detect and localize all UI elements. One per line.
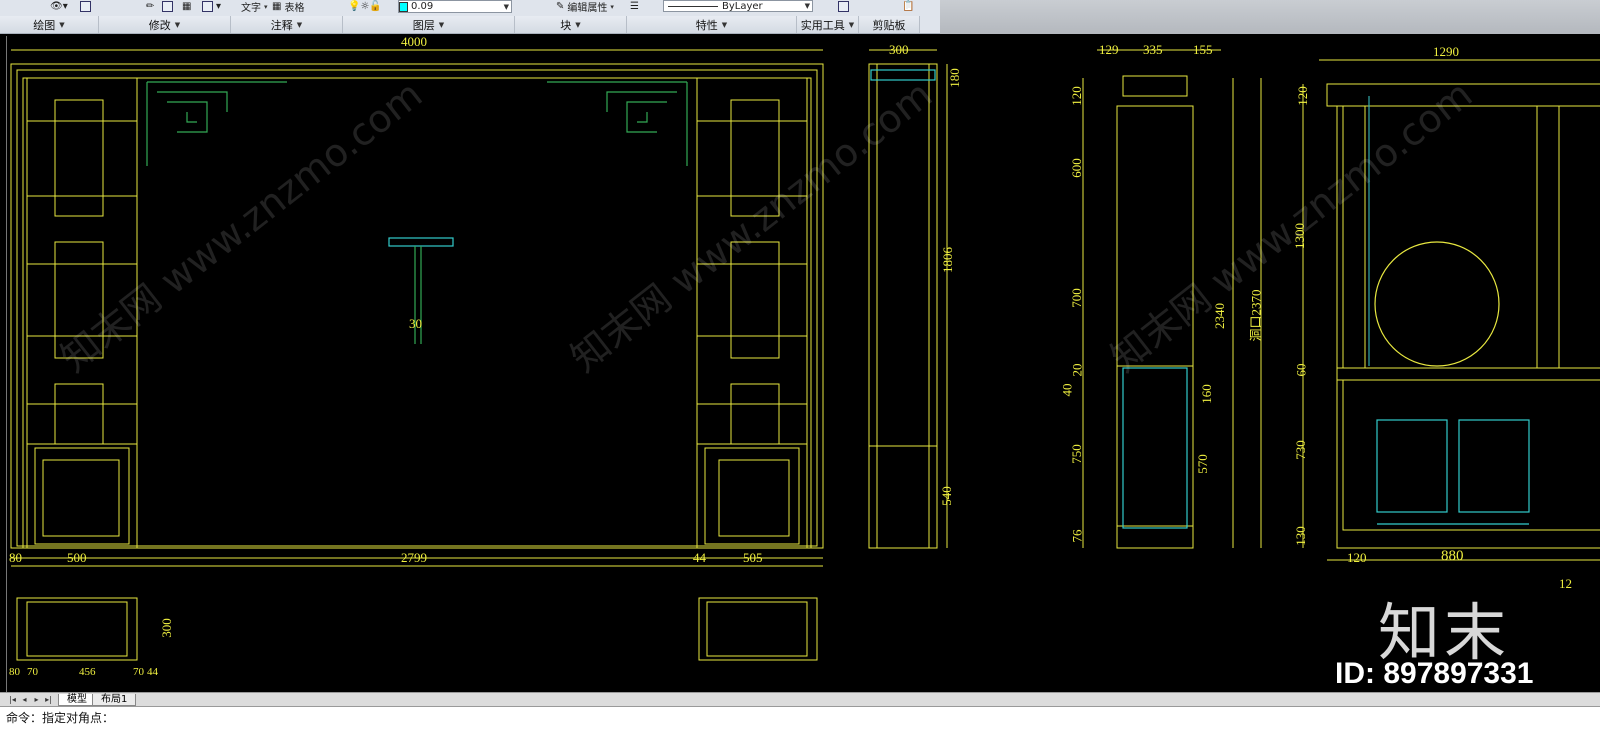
cab-dim-60: 60 xyxy=(1293,363,1309,377)
prev-tab-icon[interactable]: ◂ xyxy=(20,695,29,704)
table-icon: ▦ xyxy=(272,1,282,12)
copy-icon[interactable] xyxy=(162,0,173,13)
chevron-down-icon: ▼ xyxy=(804,2,810,10)
cab-dim-730: 730 xyxy=(1292,440,1308,460)
dim-155: 155 xyxy=(1193,42,1213,57)
linetype-icon[interactable]: ☰ xyxy=(630,0,639,13)
edge-label: 12 xyxy=(1559,576,1572,591)
command-line[interactable]: 命令：指定对角点： xyxy=(0,706,1600,729)
dim-1806: 1806 xyxy=(940,247,955,273)
panel-modify[interactable]: 修改 ▼ xyxy=(99,16,231,33)
dim-4000: 4000 xyxy=(401,34,427,49)
dim-880: 880 xyxy=(1441,548,1464,564)
dim-2799: 2799 xyxy=(401,550,427,565)
dim-180: 180 xyxy=(946,68,962,88)
layer-color-swatch xyxy=(399,1,408,12)
tab-layout1[interactable]: 布局1 xyxy=(92,694,137,706)
panel-draw[interactable]: 绘图 ▼ xyxy=(0,16,99,33)
last-tab-icon[interactable]: ▸| xyxy=(44,695,53,704)
fillet-icon[interactable]: ▾ xyxy=(202,0,221,13)
panel-clipboard[interactable]: 剪贴板 xyxy=(859,16,920,33)
panel-layers[interactable]: 图层 ▼ xyxy=(343,16,515,33)
plan-dim-44: 44 xyxy=(147,666,158,678)
drawing-canvas[interactable]: 4000 300 129 335 155 1290 80 500 2799 44… xyxy=(6,34,1600,692)
select-icon[interactable] xyxy=(80,0,91,13)
cab-dim-120: 120 xyxy=(1294,86,1310,106)
plan-dim-456: 456 xyxy=(79,666,96,678)
dim-505: 505 xyxy=(743,550,763,565)
dim-80: 80 xyxy=(9,550,22,565)
panel-utilities[interactable]: 实用工具 ▼ xyxy=(797,16,859,33)
detail-label-30: 30 xyxy=(409,316,422,331)
attribute-icon: ✎ xyxy=(556,1,565,12)
array-icon[interactable]: ▦ xyxy=(182,0,191,13)
layer-value: 0.09 xyxy=(411,1,434,12)
panel-properties[interactable]: 特性 ▼ xyxy=(627,16,797,33)
layout-tab-bar: |◂ ◂ ▸ ▸| 模型 布局1 xyxy=(0,692,1600,706)
sec-dim-160: 160 xyxy=(1198,384,1214,404)
sec-dim-570: 570 xyxy=(1194,454,1210,474)
sec-dim-20: 20 xyxy=(1069,363,1085,377)
plan-dim-300: 300 xyxy=(158,618,174,638)
eye-icon[interactable]: 👁▾ xyxy=(50,0,68,13)
sec-dim-40: 40 xyxy=(1059,383,1075,397)
watermark-id: ID: 897897331 xyxy=(1335,657,1534,690)
sec-dim-700: 700 xyxy=(1068,288,1084,308)
chevron-down-icon: ▼ xyxy=(503,2,509,11)
calculator-icon[interactable] xyxy=(838,0,849,13)
sec-dim-600: 600 xyxy=(1068,158,1084,178)
dim-44: 44 xyxy=(693,550,706,565)
cab-dim-130: 130 xyxy=(1292,526,1308,546)
plan-dim-80: 80 xyxy=(9,666,20,678)
plan-dim-70-left: 70 xyxy=(27,666,38,678)
dim-300: 300 xyxy=(889,42,909,57)
text-tool-button[interactable]: 文字 ▾ xyxy=(241,0,268,15)
dim-540: 540 xyxy=(938,486,954,506)
ribbon-empty-area xyxy=(940,0,1600,34)
layer-dropdown[interactable]: 0.09 ▼ xyxy=(398,0,512,13)
dim-500: 500 xyxy=(67,550,87,565)
dim-1290: 1290 xyxy=(1433,44,1459,59)
dim-129: 129 xyxy=(1099,42,1119,57)
dim-120-bottom: 120 xyxy=(1347,550,1367,565)
table-tool-button[interactable]: ▦ 表格 xyxy=(272,0,304,14)
sec-dim-750: 750 xyxy=(1068,444,1084,464)
first-tab-icon[interactable]: |◂ xyxy=(8,695,17,704)
ribbon-panel-titles: 绘图 ▼ 修改 ▼ 注释 ▼ 图层 ▼ 块 ▼ 特性 ▼ 实用工具 ▼ 剪贴板 xyxy=(0,16,940,33)
sec-dim-opening: 洞口2370 xyxy=(1248,289,1264,342)
panel-annotation[interactable]: 注释 ▼ xyxy=(231,16,343,33)
sec-dim-120: 120 xyxy=(1068,86,1084,106)
edit-attribute-button[interactable]: ✎ 编辑属性 ▾ xyxy=(556,0,614,14)
dim-335: 335 xyxy=(1143,42,1163,57)
sec-dim-76: 76 xyxy=(1069,529,1085,543)
panel-block[interactable]: 块 ▼ xyxy=(515,16,627,33)
linetype-dropdown[interactable]: ByLayer ▼ xyxy=(663,0,813,12)
line-sample xyxy=(668,5,718,7)
next-tab-icon[interactable]: ▸ xyxy=(32,695,41,704)
paste-icon[interactable]: 📋 xyxy=(902,0,914,13)
layer-state-icons[interactable]: 💡☼🔓 xyxy=(348,0,382,13)
plan-dim-70-right: 70 xyxy=(133,666,144,678)
tab-model[interactable]: 模型 xyxy=(58,694,96,706)
ribbon-controls: 👁▾ ✏ ▦ ▾ 文字 ▾ ▦ 表格 💡☼🔓 0.09 ▼ ✎ 编辑属性 ▾ ☰ ByL… xyxy=(0,0,940,14)
command-text: 命令：指定对角点： xyxy=(6,711,115,725)
pencil-icon[interactable]: ✏ xyxy=(146,0,154,13)
